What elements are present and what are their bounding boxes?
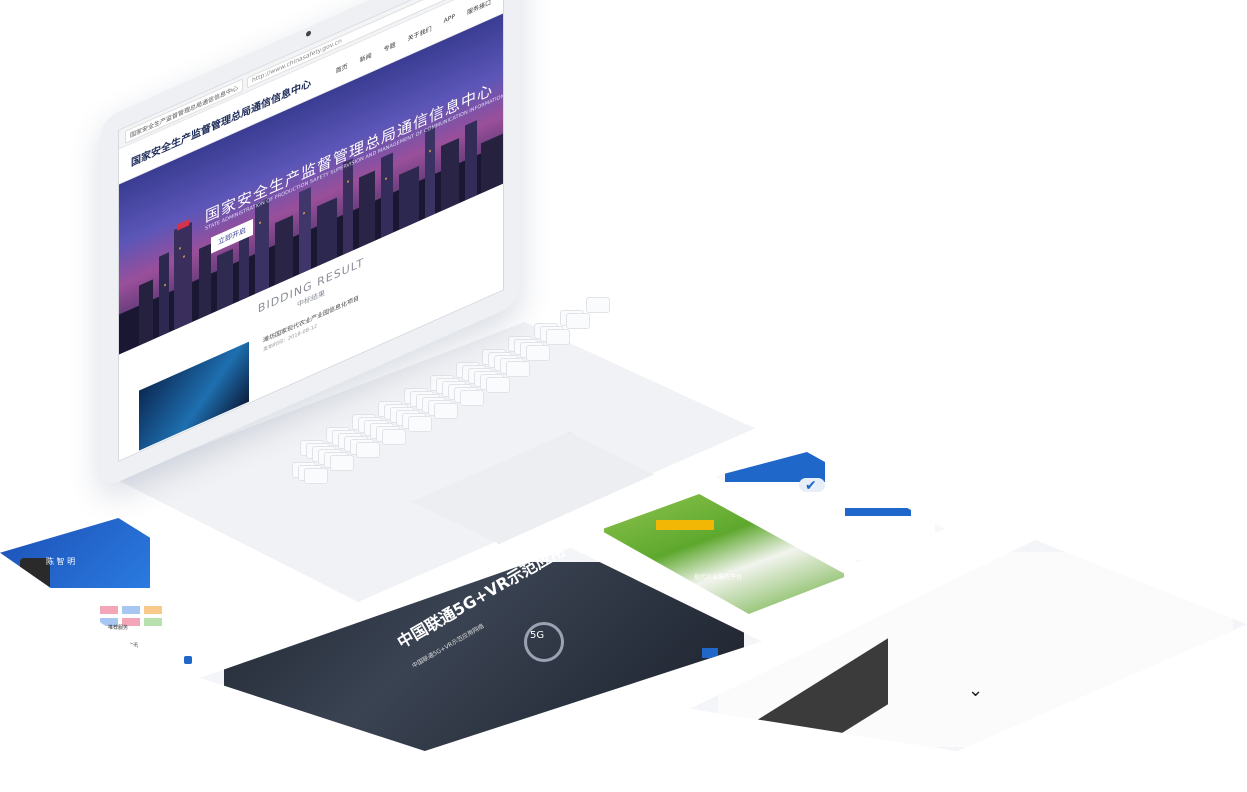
keyboard-key[interactable] xyxy=(486,377,510,393)
nav-item-service[interactable]: 服务接口 xyxy=(467,0,491,16)
keyboard-key[interactable] xyxy=(408,416,432,432)
badge-5g: 5G xyxy=(530,630,545,641)
keyboard-key[interactable] xyxy=(586,297,610,313)
profile-header xyxy=(0,518,150,588)
section-label-news: 热门资讯 xyxy=(118,643,139,649)
keyboard-key[interactable] xyxy=(330,455,354,471)
keyboard-key[interactable] xyxy=(382,429,406,445)
keyboard-key[interactable] xyxy=(356,442,380,458)
service-tile[interactable] xyxy=(144,606,162,614)
keyboard-key[interactable] xyxy=(546,329,570,345)
nav-item-about[interactable]: 关于我们 xyxy=(408,23,432,43)
service-grid xyxy=(100,606,162,626)
service-tile[interactable] xyxy=(100,606,118,614)
keyboard-key[interactable] xyxy=(460,390,484,406)
dark-panel xyxy=(748,638,888,751)
loading-spinner-icon: ⌄ xyxy=(968,680,984,701)
check-icon: ✔ xyxy=(805,478,817,494)
nav-item-topics[interactable]: 专题 xyxy=(384,39,396,53)
keyboard-key[interactable] xyxy=(304,468,328,484)
keyboard-key[interactable] xyxy=(434,403,458,419)
nav-item-news[interactable]: 新闻 xyxy=(360,50,372,64)
service-tile[interactable] xyxy=(144,618,162,626)
keyboard-key[interactable] xyxy=(506,361,530,377)
nav-item-app[interactable]: APP xyxy=(444,12,455,26)
ring-5g-graphic xyxy=(524,622,564,662)
home-tab-icon[interactable] xyxy=(184,656,192,664)
webcam-icon xyxy=(306,30,311,38)
farm-category-bar[interactable] xyxy=(656,520,714,530)
confirm-button[interactable] xyxy=(845,508,911,516)
profile-name: 陈 智 明 xyxy=(46,557,76,566)
keyboard-key[interactable] xyxy=(566,313,590,329)
tablet-5g-screen: 中国联通5G+VR示范应用 中国联通5G+VR示范应用网络 5G xyxy=(224,548,744,751)
keyboard-key[interactable] xyxy=(526,345,550,361)
service-tile[interactable] xyxy=(122,606,140,614)
tablet-5g-nav-button[interactable] xyxy=(702,648,718,658)
farm-title: 现代农业服务平台 xyxy=(694,574,743,581)
nav-item-home[interactable]: 首页 xyxy=(336,60,348,74)
section-label-services: 推荐服务 xyxy=(108,625,129,631)
